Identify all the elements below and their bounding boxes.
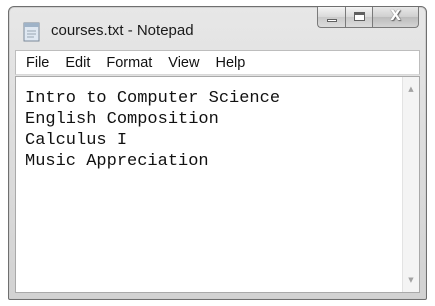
close-icon: X	[390, 8, 401, 24]
caption-buttons: X	[317, 7, 419, 28]
menu-file[interactable]: File	[20, 55, 55, 71]
notepad-icon[interactable]	[23, 21, 41, 42]
notepad-window: courses.txt - Notepad X File Edit Format…	[8, 6, 427, 300]
menu-bar: File Edit Format View Help	[15, 50, 420, 75]
text-line: English Composition	[25, 110, 219, 129]
vertical-scrollbar[interactable]: ▲ ▼	[402, 77, 419, 292]
text-editor-area[interactable]: Intro to Computer Science English Composi…	[15, 76, 420, 293]
document-text[interactable]: Intro to Computer Science English Composi…	[25, 88, 280, 172]
title-bar[interactable]: courses.txt - Notepad X	[9, 7, 426, 49]
menu-format[interactable]: Format	[100, 55, 158, 71]
maximize-icon	[354, 12, 365, 21]
minimize-icon	[327, 19, 337, 22]
scroll-up-icon[interactable]: ▲	[403, 84, 419, 94]
text-line: Calculus I	[25, 131, 128, 150]
menu-view[interactable]: View	[162, 55, 205, 71]
menu-edit[interactable]: Edit	[59, 55, 96, 71]
scroll-down-icon[interactable]: ▼	[403, 275, 419, 285]
text-line: Music Appreciation	[25, 152, 209, 171]
window-title: courses.txt - Notepad	[51, 22, 194, 39]
menu-help[interactable]: Help	[209, 55, 251, 71]
minimize-button[interactable]	[317, 7, 345, 28]
close-button[interactable]: X	[372, 7, 419, 28]
maximize-button[interactable]	[345, 7, 372, 28]
text-line: Intro to Computer Science	[25, 89, 281, 108]
